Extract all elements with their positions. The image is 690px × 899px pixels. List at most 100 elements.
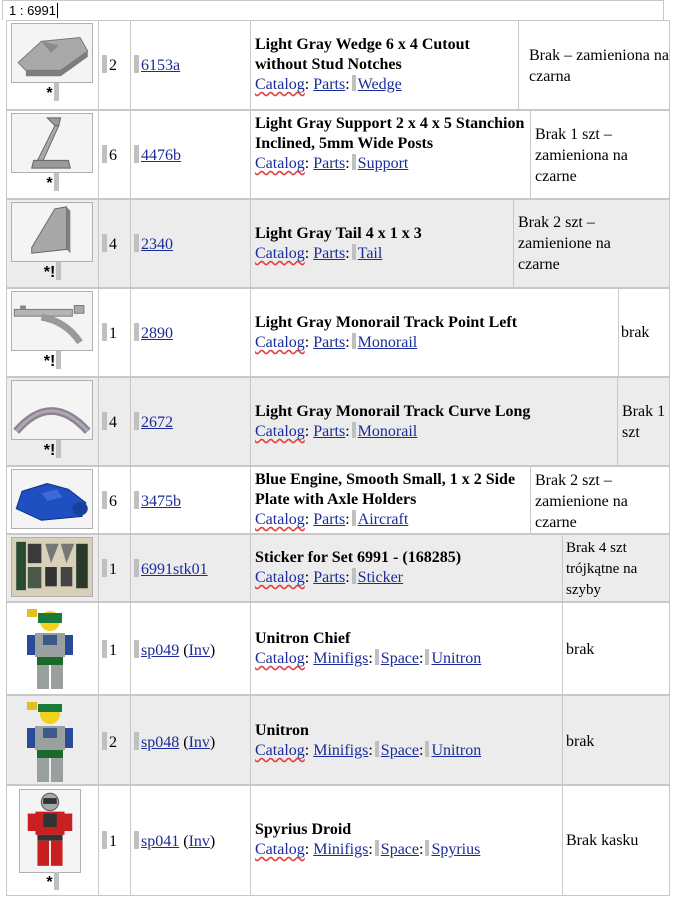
part-number-link[interactable]: sp048 [141, 734, 179, 751]
note-cell: brak [562, 696, 669, 784]
part-title: Sticker for Set 6991 - (168285) [255, 549, 462, 566]
note-text: brak [621, 324, 650, 341]
theme-link[interactable]: Unitron [431, 742, 481, 759]
description-cell: Light Gray Monorail Track Point Left Cat… [250, 289, 618, 376]
ratio-cell[interactable]: 1 : 6991 [2, 0, 664, 20]
table-row: 1 sp049 (Inv) Unitron Chief Catalog: Min… [6, 602, 670, 695]
part-image-monorail-curve[interactable] [11, 380, 93, 440]
category-link[interactable]: Monorail [358, 423, 418, 440]
part-cell: 3475b [130, 467, 250, 533]
qty-cell: 1 [98, 535, 130, 601]
catalog-link[interactable]: Catalog [255, 76, 305, 93]
note-text: Brak 1 szt [622, 403, 666, 441]
table-row: * 2 6153a Light Gray Wedge 6 x 4 Cutout … [6, 20, 670, 110]
image-cell: * [7, 111, 98, 198]
category-link[interactable]: Sticker [358, 569, 403, 586]
quantity: 6 [109, 493, 117, 510]
theme-link[interactable]: Spyrius [431, 841, 480, 858]
category-link[interactable]: Wedge [358, 76, 402, 93]
note-cell: Brak 2 szt – zamienione na czarne [530, 467, 669, 533]
qty-cell: 1 [98, 786, 130, 895]
part-number-link[interactable]: 4476b [141, 147, 181, 164]
catalog-link[interactable]: Catalog [255, 841, 305, 858]
part-number-link[interactable]: 6991stk01 [141, 561, 208, 578]
catalog-link[interactable]: Catalog [255, 155, 305, 172]
category-link[interactable]: Tail [358, 245, 383, 262]
description-cell: Spyrius Droid Catalog: Minifigs: Space: Sp… [250, 786, 562, 895]
catalog-link[interactable]: Catalog [255, 650, 305, 667]
catalog-link[interactable]: Catalog [255, 245, 305, 262]
image-cell [7, 696, 98, 784]
minifigs-link[interactable]: Minifigs [313, 841, 368, 858]
part-number-link[interactable]: 2890 [141, 325, 173, 342]
part-number-link[interactable]: 3475b [141, 493, 181, 510]
inventory-link[interactable]: Inv [189, 833, 210, 850]
catalog-link[interactable]: Catalog [255, 511, 305, 528]
catalog-link[interactable]: Catalog [255, 569, 305, 586]
part-number-link[interactable]: 6153a [141, 57, 180, 74]
note-text: brak [566, 641, 595, 658]
qty-cell: 4 [98, 378, 130, 465]
note-cell: Brak – zamieniona na czarna [518, 21, 669, 109]
part-number-link[interactable]: sp041 [141, 833, 179, 850]
qty-cell: 1 [98, 603, 130, 694]
minifig-image-unitron[interactable] [21, 700, 79, 786]
qty-cell: 6 [98, 467, 130, 533]
part-cell: 2672 [130, 378, 250, 465]
part-image-monorail-point[interactable] [11, 291, 93, 351]
sticker-sheet-image[interactable] [11, 537, 93, 597]
part-number-link[interactable]: sp049 [141, 642, 179, 659]
minifig-image-spyrius-droid[interactable] [19, 789, 81, 873]
note-cell: Brak 1 szt [617, 378, 669, 465]
part-image-support[interactable] [11, 113, 93, 173]
category-link[interactable]: Monorail [358, 334, 418, 351]
quantity: 1 [109, 325, 117, 342]
part-title: Light Gray Monorail Track Curve Long [255, 403, 531, 420]
parts-link[interactable]: Parts [313, 76, 345, 93]
minifigs-link[interactable]: Minifigs [313, 650, 368, 667]
part-image-engine[interactable] [11, 469, 93, 529]
description-cell: Sticker for Set 6991 - (168285) Catalog:… [250, 535, 562, 601]
image-cell [7, 603, 98, 694]
minifigs-link[interactable]: Minifigs [313, 742, 368, 759]
note-text: Brak kasku [566, 832, 639, 849]
parts-link[interactable]: Parts [313, 334, 345, 351]
parts-link[interactable]: Parts [313, 511, 345, 528]
part-number-link[interactable]: 2340 [141, 236, 173, 253]
image-cell: * [7, 786, 98, 895]
part-title: Light Gray Tail 4 x 1 x 3 [255, 225, 422, 242]
note-cell: Brak 4 szt trójkątne na szyby [562, 535, 669, 601]
parts-link[interactable]: Parts [313, 155, 345, 172]
category-link[interactable]: Aircraft [358, 511, 409, 528]
table-row: 6 3475b Blue Engine, Smooth Small, 1 x 2… [6, 466, 670, 534]
note-text: Brak 4 szt trójkątne na szyby [566, 540, 638, 598]
catalog-link[interactable]: Catalog [255, 742, 305, 759]
parts-link[interactable]: Parts [313, 423, 345, 440]
minifig-image-unitron-chief[interactable] [21, 607, 79, 693]
catalog-link[interactable]: Catalog [255, 334, 305, 351]
inventory-link[interactable]: Inv [189, 734, 210, 751]
category-link[interactable]: Support [358, 155, 409, 172]
catalog-link[interactable]: Catalog [255, 423, 305, 440]
description-cell: Unitron Catalog: Minifigs: Space: Unitron [250, 696, 562, 784]
table-row: *! 4 2340 Light Gray Tail 4 x 1 x 3 Cata… [6, 199, 670, 288]
quantity: 4 [109, 236, 117, 253]
space-link[interactable]: Space [381, 742, 419, 759]
space-link[interactable]: Space [381, 650, 419, 667]
inventory-link[interactable]: Inv [189, 642, 210, 659]
part-title: Light Gray Monorail Track Point Left [255, 314, 518, 331]
image-cell [7, 467, 98, 533]
parts-link[interactable]: Parts [313, 569, 345, 586]
quantity: 2 [109, 57, 117, 74]
part-title: Unitron Chief [255, 630, 351, 647]
space-link[interactable]: Space [381, 841, 419, 858]
note-cell: Brak 2 szt – zamienione na czarne [513, 200, 669, 287]
part-image-tail[interactable] [11, 202, 93, 262]
part-number-link[interactable]: 2672 [141, 414, 173, 431]
row-marks: *! [7, 351, 98, 371]
part-image-wedge[interactable] [11, 23, 93, 83]
note-cell: brak [618, 289, 669, 376]
parts-link[interactable]: Parts [313, 245, 345, 262]
part-title: Spyrius Droid [255, 821, 352, 838]
theme-link[interactable]: Unitron [431, 650, 481, 667]
